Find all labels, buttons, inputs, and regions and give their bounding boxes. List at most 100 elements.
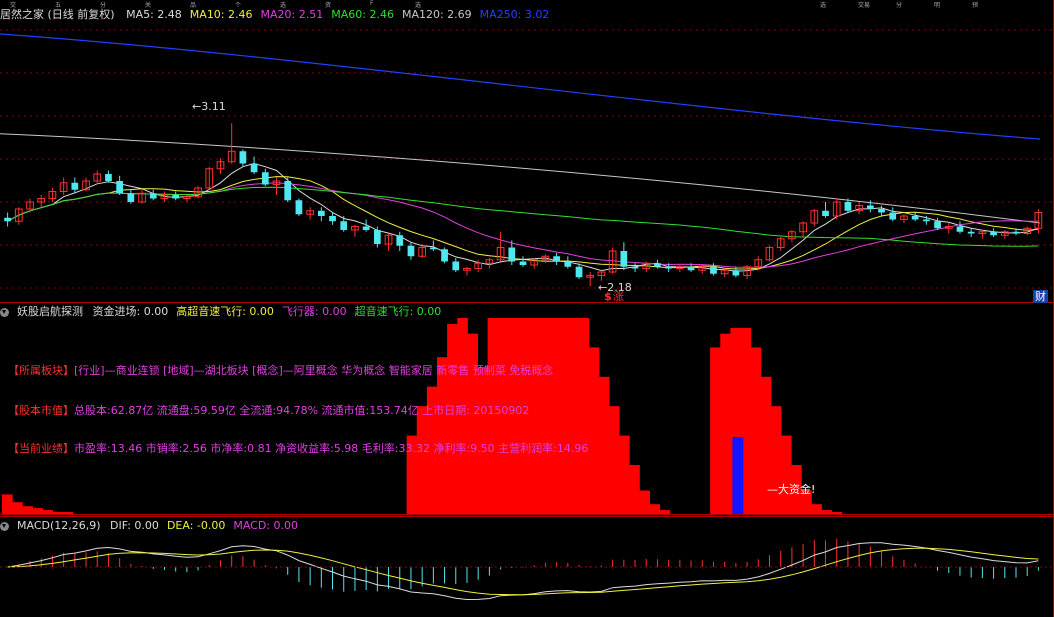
ma5-line <box>7 162 1039 272</box>
candle-body <box>732 270 740 276</box>
indicator-bar <box>811 504 822 514</box>
indicator-bar <box>780 435 792 514</box>
ma-label: MA120: 2.69 <box>401 8 472 21</box>
macd-value: DIF: 0.00 <box>110 519 159 532</box>
candle-body <box>844 202 852 211</box>
indicator-value: 资金进场: 0.00 <box>92 305 169 318</box>
macd-name[interactable]: MACD(12,26,9) <box>17 519 101 532</box>
candle-body <box>149 193 157 199</box>
candle-body <box>239 151 247 164</box>
top-menu-strip: 交 五 分 关 品 个 选 资 F 选 选 交易 分 明 预 <box>0 0 1054 9</box>
event-badge-zhang[interactable]: 涨 <box>613 290 624 303</box>
ma250-line <box>0 33 1041 140</box>
candle-body <box>452 261 460 271</box>
info-text: 总股本:62.87亿 流通盘:59.59亿 全流通:94.78% 流通市值:15… <box>74 404 530 417</box>
indicator-name[interactable]: 妖股启航探测 <box>17 305 83 318</box>
indicator-bar <box>416 406 428 514</box>
top-menu-item[interactable]: 分 <box>100 0 106 9</box>
candle-body <box>956 226 964 232</box>
top-menu-item[interactable]: F <box>370 0 373 7</box>
indicator-bar <box>588 347 600 514</box>
info-tag: 【股本市值】 <box>8 404 74 417</box>
candle-body <box>127 193 135 202</box>
candle-body <box>934 221 941 229</box>
top-right-menu-item[interactable]: 选 <box>820 0 826 9</box>
indicator-dropdown-icon[interactable] <box>0 307 9 317</box>
candle-body <box>710 266 717 274</box>
top-right-menu-item[interactable]: 分 <box>896 0 902 9</box>
top-menu-item[interactable]: 品 <box>190 0 196 9</box>
info-line: 【股本市值】总股本:62.87亿 流通盘:59.59亿 全流通:94.78% 流… <box>8 402 529 418</box>
candle-body <box>116 181 124 194</box>
indicator-bar <box>558 318 570 514</box>
candle-body <box>317 210 325 216</box>
top-menu-item[interactable]: 选 <box>280 0 286 9</box>
candle-body <box>250 163 258 173</box>
indicator-bar <box>22 506 33 514</box>
indicator-bar <box>568 318 580 514</box>
macd-header: MACD(12,26,9) DIF: 0.00 DEA: -0.00 MACD: 0… <box>0 519 314 533</box>
candle-body <box>396 235 404 246</box>
indicator-bar <box>821 510 833 514</box>
top-right-menu-item[interactable]: 预 <box>972 0 978 9</box>
candle-body <box>654 263 661 267</box>
top-menu-item[interactable]: 个 <box>235 0 241 9</box>
top-right-menu-item[interactable]: 交易 <box>858 0 870 9</box>
top-right-menu-item[interactable]: 明 <box>934 0 940 9</box>
indicator-bar <box>467 333 478 514</box>
dif-line <box>7 542 1039 601</box>
top-menu-item[interactable]: 资 <box>325 0 331 9</box>
info-tag: 【所属板块】 <box>8 364 74 377</box>
macd-histogram <box>0 538 1054 601</box>
candle-body <box>295 200 303 215</box>
top-menu-item[interactable]: 关 <box>145 0 151 9</box>
price-grid <box>0 29 1054 289</box>
indicator-bar <box>12 502 23 514</box>
top-menu-item[interactable]: 交 <box>10 0 16 9</box>
indicator-bar <box>52 512 64 514</box>
macd-value: MACD: 0.00 <box>233 519 299 532</box>
top-menu-item[interactable]: 选 <box>415 0 421 9</box>
ma-label: MA5: 2.48 <box>126 8 182 21</box>
candle-body <box>911 216 919 220</box>
macd-value: DEA: -0.00 <box>166 519 226 532</box>
indicator-bar <box>62 512 74 514</box>
indicator-value: 飞行器: 0.00 <box>281 305 347 318</box>
indicator-bar <box>437 357 448 514</box>
candle-body <box>553 256 560 262</box>
indicator-value: 高超音速飞行: 0.00 <box>176 305 274 318</box>
candle-body <box>687 266 695 271</box>
indicator-bar <box>32 508 43 514</box>
stock-chart-window: 交 五 分 关 品 个 选 资 F 选 选 交易 分 明 预 居然之家 (日线 前复权) MA5: 2.48… <box>0 0 1054 617</box>
stock-title[interactable]: 居然之家 (日线 前复权) <box>0 8 115 21</box>
indicator-bar <box>447 323 458 514</box>
indicator-bar <box>710 347 721 514</box>
price-header: 居然之家 (日线 前复权) MA5: 2.48 MA10: 2.46 MA20: 2… <box>0 8 565 22</box>
macd-dropdown-icon[interactable] <box>0 521 9 531</box>
top-menu-item[interactable]: 五 <box>55 0 61 9</box>
indicator-bar <box>649 504 661 514</box>
candle-body <box>866 205 874 209</box>
big-money-label: —大资金! <box>767 483 816 496</box>
candle-body <box>575 266 583 278</box>
indicator-bar <box>619 435 630 514</box>
candle-body <box>261 172 269 185</box>
ma10-line <box>7 176 1039 270</box>
info-line: 【当前业绩】市盈率:13.46 市销率:2.56 市净率:0.81 净资收益率:… <box>8 440 588 456</box>
indicator-bar <box>629 465 640 514</box>
indicator-bar <box>750 347 762 514</box>
candle-body <box>172 195 180 199</box>
candle-body <box>822 210 829 216</box>
event-badge-dollar[interactable]: $ <box>604 290 612 303</box>
candle-body <box>340 221 348 230</box>
indicator-bar <box>720 333 731 514</box>
finance-badge[interactable]: 财 <box>1033 290 1048 303</box>
indicator-value: 超音速飞行: 0.00 <box>354 305 442 318</box>
candle-body <box>329 216 336 222</box>
candle-body <box>665 266 673 269</box>
info-line: 【所属板块】[行业]—商业连锁 [地域]—湖北板块 [概念]—阿里概念 华为概念… <box>8 362 553 378</box>
candle-body <box>878 209 885 213</box>
indicator-bar <box>608 406 620 514</box>
indicator-bar <box>770 406 782 514</box>
info-text: 市盈率:13.46 市销率:2.56 市净率:0.81 净资收益率:5.98 毛… <box>74 442 589 455</box>
